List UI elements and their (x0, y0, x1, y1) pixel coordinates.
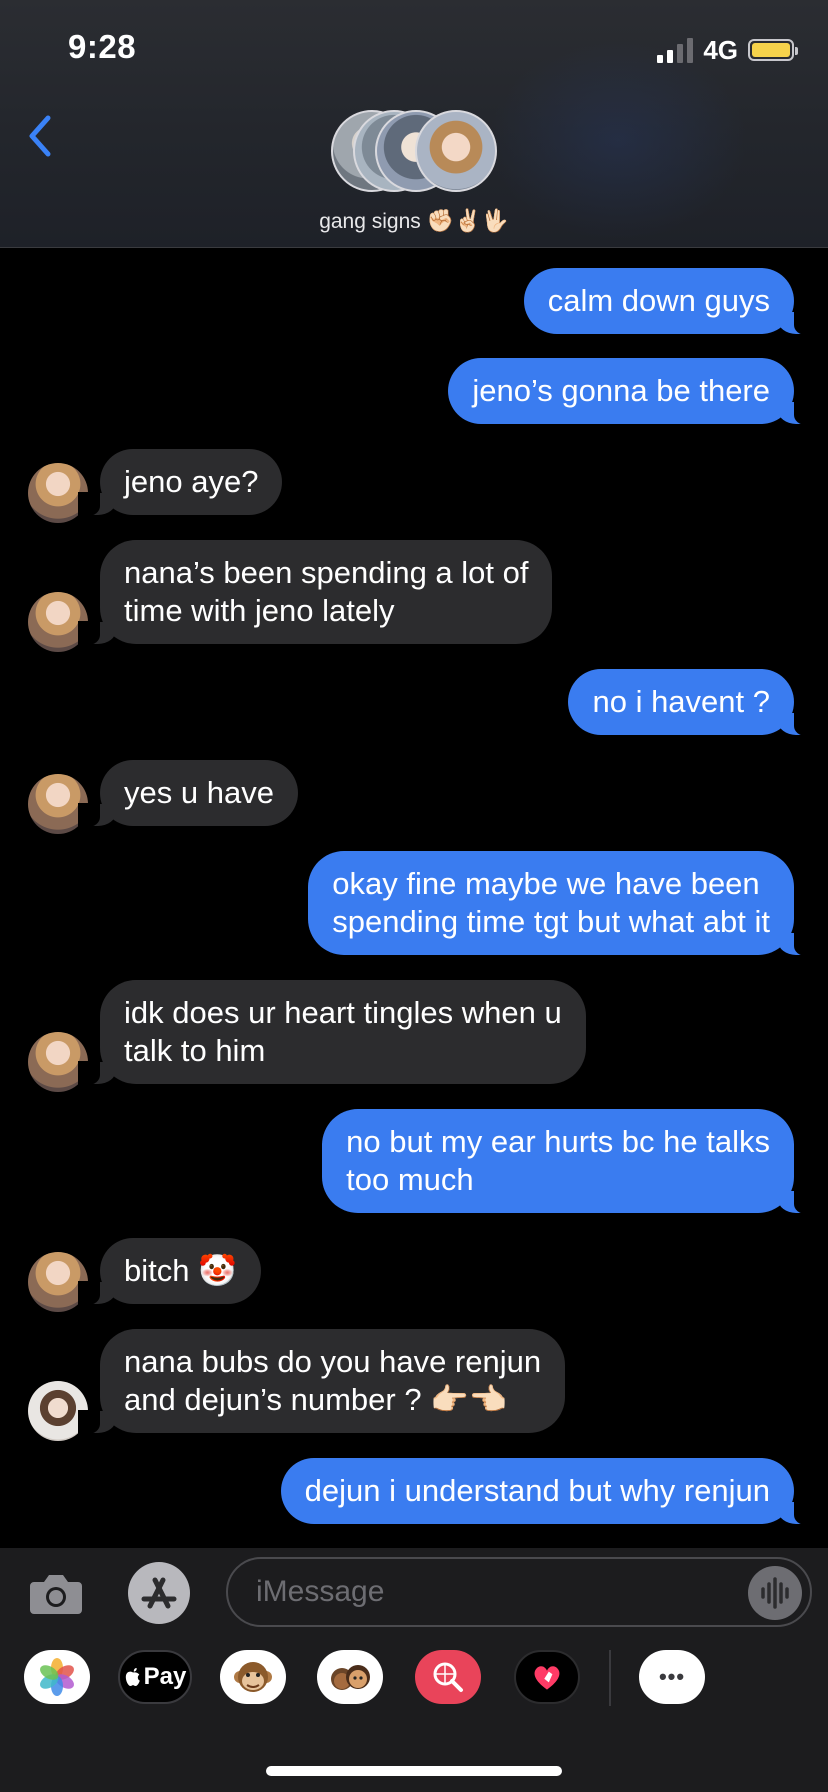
photos-app-icon[interactable] (24, 1650, 90, 1704)
more-apps-icon[interactable]: ••• (639, 1650, 705, 1704)
message-text: nana’s been spending a lot of time with … (124, 555, 529, 628)
app-drawer-divider (609, 1650, 611, 1706)
message-text: nana bubs do you have renjun and dejun’s… (124, 1344, 542, 1417)
photos-flower-icon (40, 1658, 74, 1696)
group-title-text: gang signs (319, 210, 421, 233)
camera-icon[interactable] (28, 1572, 84, 1616)
message-text: yes u have (124, 775, 274, 810)
message-text: jeno aye? (124, 464, 259, 499)
message-bubble-incoming[interactable]: yes u have (78, 760, 298, 827)
digital-touch-icon[interactable] (514, 1650, 580, 1704)
group-title[interactable]: gang signs ✊🏻✌🏻🖖🏻 (0, 208, 828, 234)
audio-message-button[interactable] (748, 1566, 802, 1620)
waveform-icon (761, 1577, 789, 1609)
message-text: dejun i understand but why renjun (304, 1473, 770, 1508)
app-store-button[interactable] (128, 1562, 190, 1624)
monkey-face-icon (234, 1662, 272, 1692)
apple-pay-label: Pay (143, 1663, 187, 1690)
message-text: okay fine maybe we have been spending ti… (332, 866, 770, 939)
message-bubble-outgoing[interactable]: no but my ear hurts bc he talks too much (322, 1109, 816, 1214)
battery-icon (748, 39, 798, 61)
group-avatars[interactable] (331, 110, 501, 196)
image-search-icon[interactable] (415, 1650, 481, 1704)
message-text: no i havent ? (592, 684, 770, 719)
conversation-header: 9:28 4G gang signs ✊🏻✌🏻🖖🏻 (0, 0, 828, 248)
animoji-icon[interactable] (220, 1650, 286, 1704)
status-time: 9:28 (68, 28, 137, 65)
message-bubble-outgoing[interactable]: jeno’s gonna be there (448, 358, 816, 425)
message-text: jeno’s gonna be there (472, 373, 770, 408)
memoji-faces-icon (331, 1665, 370, 1690)
message-bubble-incoming[interactable]: nana bubs do you have renjun and dejun’s… (77, 1329, 566, 1434)
message-bubble-incoming[interactable]: bitch 🤡 (78, 1238, 261, 1305)
message-bubble-outgoing[interactable]: dejun i understand but why renjun (280, 1458, 817, 1525)
network-type: 4G (703, 34, 738, 65)
message-bubble-incoming[interactable]: nana’s been spending a lot of time with … (77, 540, 553, 645)
apple-pay-icon[interactable]: Pay (118, 1650, 192, 1704)
message-text: idk does ur heart tingles when u talk to… (124, 995, 562, 1068)
message-text: bitch 🤡 (124, 1253, 237, 1288)
message-text: no but my ear hurts bc he talks too much (346, 1124, 770, 1197)
message-input-placeholder: iMessage (256, 1575, 385, 1608)
back-chevron-icon[interactable] (24, 112, 58, 160)
memoji-icon[interactable] (317, 1650, 383, 1704)
home-indicator[interactable] (266, 1766, 562, 1776)
heart-touch-icon (534, 1666, 560, 1690)
app-store-icon (141, 1577, 177, 1609)
more-dots-icon: ••• (658, 1664, 686, 1689)
cellular-signal-icon (657, 37, 694, 63)
message-text: calm down guys (547, 283, 770, 318)
message-bubble-incoming[interactable]: idk does ur heart tingles when u talk to… (78, 980, 586, 1085)
status-indicators: 4G (657, 33, 798, 67)
message-bubble-incoming[interactable]: jeno aye? (77, 449, 283, 516)
message-bubble-outgoing[interactable]: calm down guys (523, 268, 817, 335)
magnifier-globe-icon (433, 1662, 463, 1692)
avatar (415, 110, 497, 192)
apple-logo-icon (125, 1668, 140, 1686)
message-bubble-outgoing[interactable]: no i havent ? (568, 669, 816, 736)
message-bubble-outgoing[interactable]: okay fine maybe we have been spending ti… (308, 851, 816, 956)
group-title-emoji: ✊🏻✌🏻🖖🏻 (426, 208, 509, 233)
